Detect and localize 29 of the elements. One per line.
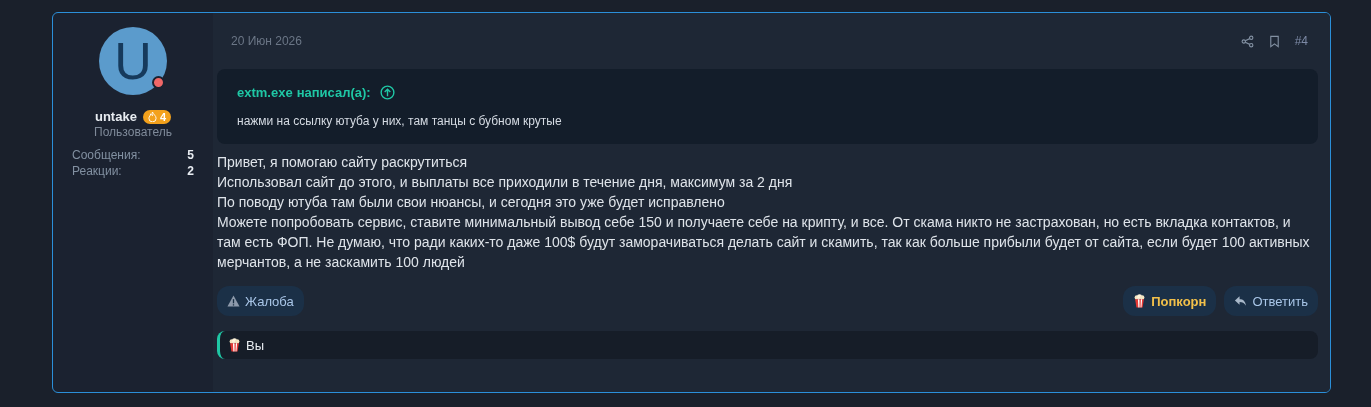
quote-label: написал(а):	[296, 85, 371, 100]
username[interactable]: untake	[95, 109, 137, 124]
stat-value: 2	[187, 163, 194, 179]
warning-icon	[227, 294, 240, 308]
reaction-users[interactable]: Вы	[246, 337, 264, 353]
stat-label: Реакции:	[72, 163, 122, 179]
arrow-up-icon[interactable]	[379, 85, 395, 100]
reply-icon	[1234, 294, 1248, 308]
post-text: Привет, я помогаю сайту раскрутиться	[217, 153, 469, 172]
reactions-bar[interactable]: Вы	[217, 331, 1318, 359]
reaction-button[interactable]: Попкорн	[1123, 286, 1217, 316]
flame-icon	[147, 111, 157, 122]
reply-button[interactable]: Ответить	[1224, 286, 1318, 316]
post-text: По поводу ютуба там были свои нюансы, и сегодня это уже будет исправлено	[217, 193, 726, 212]
avatar[interactable]: U	[99, 27, 167, 95]
user-role: Пользователь	[94, 125, 172, 139]
quote-author[interactable]: extm.exe	[237, 85, 293, 100]
share-icon[interactable]	[1240, 34, 1254, 48]
report-button[interactable]: Жалоба	[217, 286, 304, 316]
stat-value: 5	[187, 147, 194, 163]
popcorn-icon	[1133, 294, 1147, 308]
post-number[interactable]: #4	[1294, 34, 1308, 48]
badge-count: 4	[159, 110, 166, 123]
quote-text: нажми на ссылку ютуба у них, там танцы с бубном крутые	[237, 114, 563, 128]
bookmark-icon[interactable]	[1267, 34, 1281, 48]
popcorn-icon	[228, 338, 241, 352]
post-text: Можете попробовать сервис, ставите минимальный вывод себе 150 и получаете себе на крипту, и все. От скама никто не застрахован, но есть вкладка контактов, и там есть ФОП. Не думаю, что ради каких-то даже 100$ будут заморачиваться делать сайт и скамить, так как больше прибыли будет от сайта, если будет 100 активных мерчантов, а не заскамить 100 людей	[217, 213, 1311, 272]
stat-label: Сообщения:	[72, 147, 141, 163]
post-text: Использовал сайт до этого, и выплаты все приходили в течение дня, максимум за 2 дня	[217, 173, 794, 192]
